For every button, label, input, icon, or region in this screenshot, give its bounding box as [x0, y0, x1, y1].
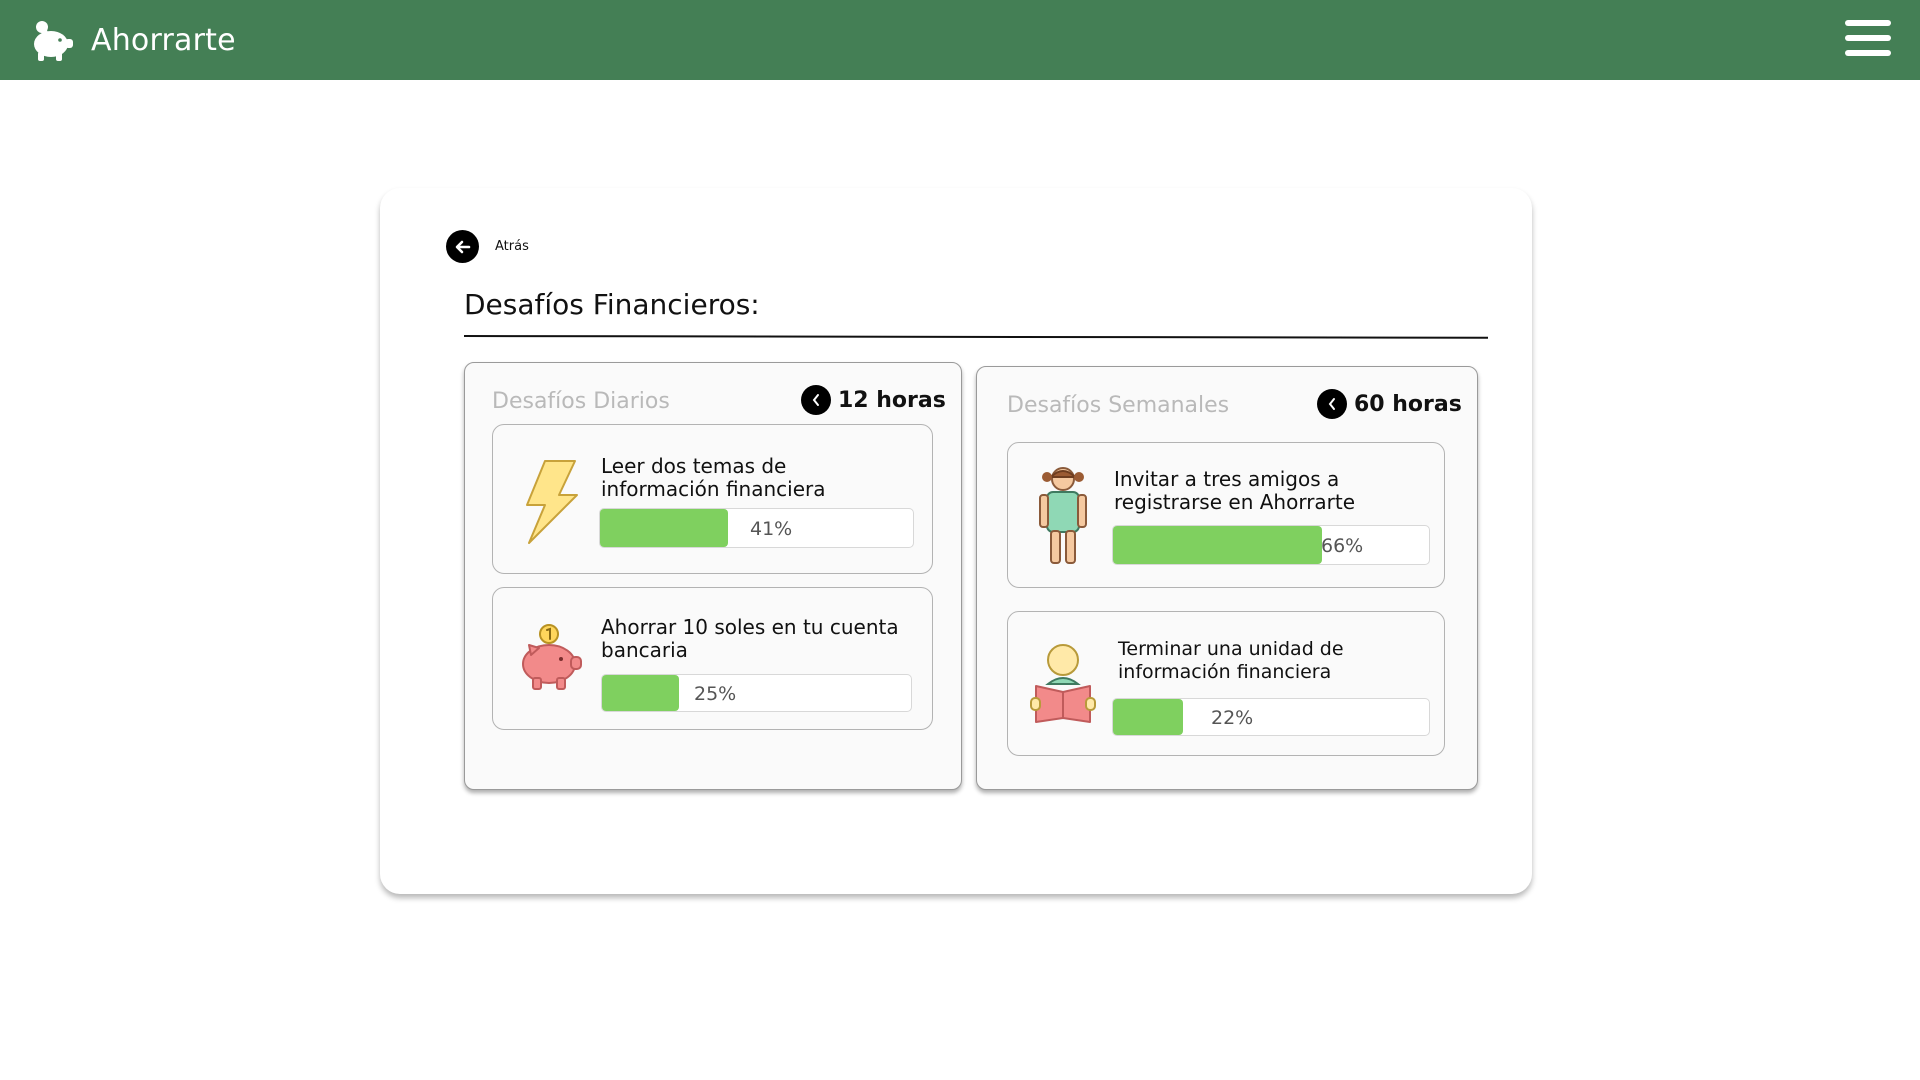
back-button[interactable]: Atrás [446, 230, 529, 263]
daily-timer-text: 12 horas [838, 387, 946, 413]
progress-fill [1113, 526, 1322, 564]
daily-panel-title: Desafíos Diarios [492, 389, 670, 414]
progress-label: 66% [1321, 535, 1364, 557]
progress-fill [600, 509, 729, 547]
progress-fill [602, 675, 680, 711]
challenge-progress-bar: 25% [601, 674, 912, 712]
girl-icon [1039, 467, 1087, 564]
challenge-progress-bar: 22% [1112, 698, 1430, 736]
weekly-panel-title: Desafíos Semanales [1007, 393, 1230, 418]
daily-challenges-panel: Desafíos Diarios 12 horas Leer dos temas… [464, 362, 962, 790]
challenge-card-read-topics[interactable]: Leer dos temas de información financiera… [492, 424, 933, 574]
arrow-left-icon [446, 230, 479, 263]
weekly-timer: 60 horas [1317, 389, 1462, 419]
challenge-text: Terminar una unidad de información finan… [1118, 638, 1344, 683]
app-name: Ahorrarte [91, 22, 236, 58]
weekly-challenges-panel: Desafíos Semanales 60 horas Invitar a tr… [976, 366, 1478, 790]
hamburger-menu-icon[interactable] [1845, 20, 1893, 58]
challenge-card-finish-unit[interactable]: Terminar una unidad de información finan… [1007, 611, 1445, 756]
clock-icon [801, 385, 831, 415]
challenges-card: Atrás Desafíos Financieros: Desafíos Dia… [380, 188, 1532, 894]
challenge-progress-bar: 41% [599, 508, 914, 548]
progress-label: 22% [1211, 707, 1254, 729]
progress-fill [1113, 699, 1183, 735]
lightning-bolt-icon [526, 460, 578, 544]
challenge-card-save-soles[interactable]: Ahorrar 10 soles en tu cuenta bancaria 2… [492, 587, 933, 730]
progress-label: 25% [694, 683, 737, 705]
title-divider [463, 335, 1489, 339]
page-title: Desafíos Financieros: [464, 288, 760, 321]
back-label: Atrás [495, 239, 529, 254]
piggy-bank-coin-icon [522, 624, 582, 690]
reading-person-icon [1030, 644, 1096, 723]
top-navbar: Ahorrarte [0, 0, 1920, 80]
brand[interactable]: Ahorrarte [27, 16, 236, 64]
challenge-card-invite-friends[interactable]: Invitar a tres amigos a registrarse en A… [1007, 442, 1445, 588]
challenge-text: Leer dos temas de información financiera [601, 454, 826, 501]
piggy-bank-icon [34, 21, 73, 61]
progress-label: 41% [750, 518, 793, 540]
clock-icon [1317, 389, 1347, 419]
daily-timer: 12 horas [801, 385, 946, 415]
challenge-text: Invitar a tres amigos a registrarse en A… [1114, 467, 1356, 514]
challenge-text: Ahorrar 10 soles en tu cuenta bancaria [601, 615, 899, 662]
weekly-timer-text: 60 horas [1354, 391, 1462, 417]
challenge-progress-bar: 66% [1112, 525, 1430, 565]
